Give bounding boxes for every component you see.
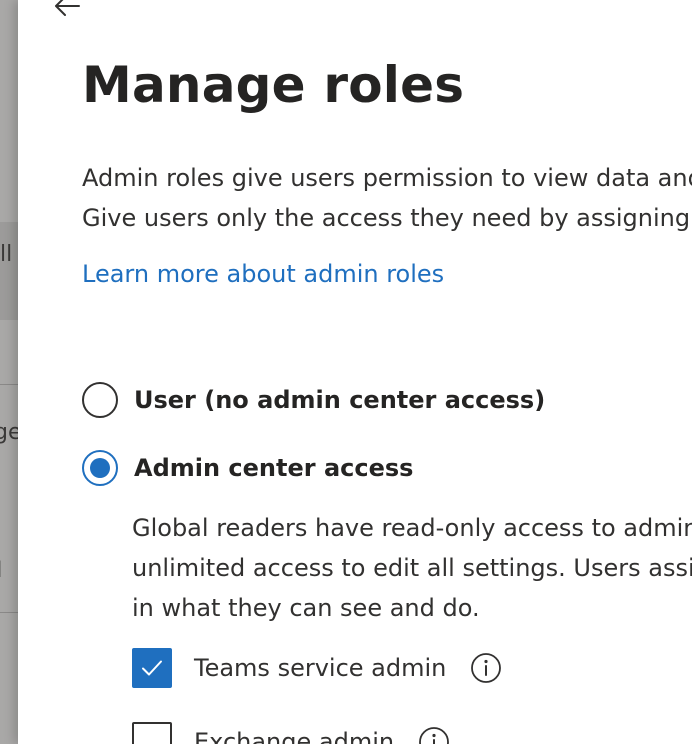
role-teams-service-admin: Teams service admin	[132, 648, 502, 688]
role-label: Teams service admin	[194, 654, 447, 682]
role-label: Exchange admin	[194, 728, 395, 744]
info-icon[interactable]	[470, 652, 502, 684]
radio-label: User (no admin center access)	[134, 386, 546, 414]
description-line: Give users only the access they need by …	[82, 204, 692, 232]
info-icon[interactable]	[418, 726, 450, 744]
background-divider	[0, 612, 20, 613]
radio-selected-dot	[90, 458, 110, 478]
background-text: ll	[0, 242, 13, 267]
background-overlay[interactable]: ll ge I (	[0, 0, 20, 744]
learn-more-link[interactable]: Learn more about admin roles	[82, 256, 444, 292]
manage-roles-panel: Manage roles Admin roles give users perm…	[18, 0, 692, 744]
radio-button[interactable]	[82, 382, 118, 418]
radio-admin-center-access[interactable]: Admin center access	[82, 450, 413, 486]
background-text: ge	[0, 420, 20, 445]
radio-user-no-access[interactable]: User (no admin center access)	[82, 382, 545, 418]
background-divider	[0, 384, 20, 385]
radio-button[interactable]	[82, 450, 118, 486]
info-line: Global readers have read-only access to …	[132, 514, 692, 542]
info-line: unlimited access to edit all settings. U…	[132, 554, 692, 582]
background-row	[0, 222, 20, 320]
background-text: I	[0, 560, 3, 582]
screen: ll ge I ( Manage roles Admin roles give …	[0, 0, 692, 744]
background-text: (	[0, 646, 1, 668]
checkmark-icon	[142, 660, 162, 676]
page-title: Manage roles	[82, 56, 465, 114]
admin-access-info: Global readers have read-only access to …	[132, 508, 692, 628]
role-exchange-admin: Exchange admin	[132, 722, 450, 744]
roles-description: Admin roles give users permission to vie…	[82, 158, 692, 238]
description-line: Admin roles give users permission to vie…	[82, 164, 692, 192]
arrow-left-icon[interactable]	[52, 0, 82, 20]
info-line: in what they can see and do.	[132, 594, 480, 622]
radio-label: Admin center access	[134, 454, 414, 482]
checkbox[interactable]	[132, 648, 172, 688]
checkbox[interactable]	[132, 722, 172, 744]
